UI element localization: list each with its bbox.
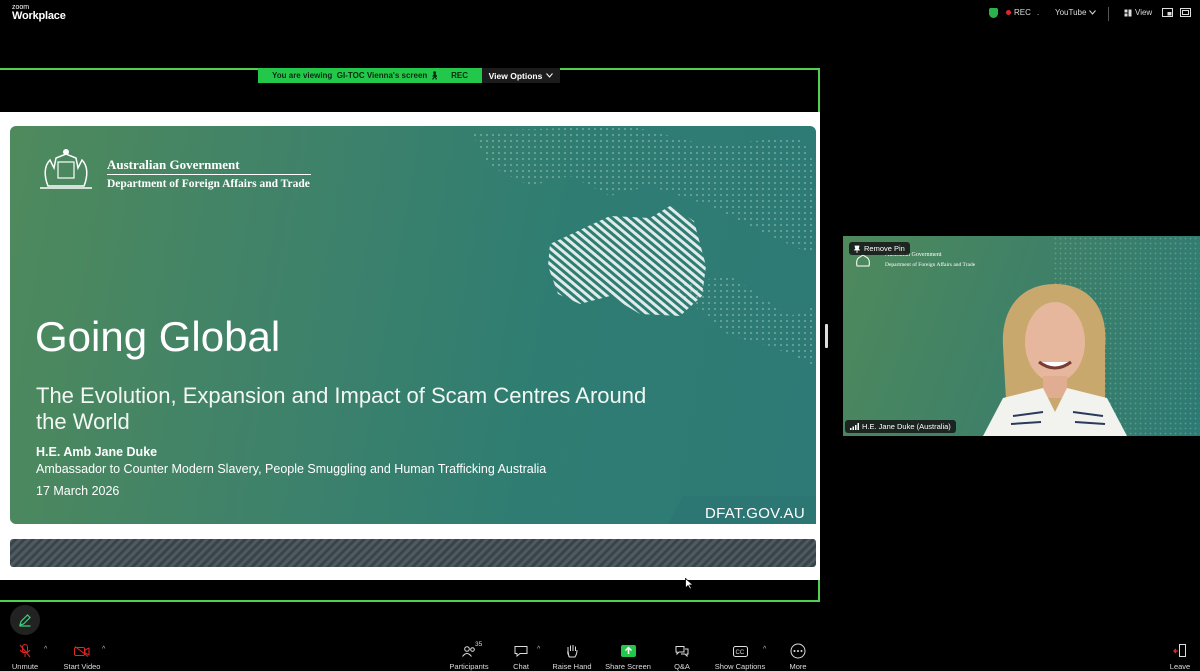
video-gov-department: Department of Foreign Affairs and Trade xyxy=(885,262,976,268)
remove-pin-button[interactable]: Remove Pin xyxy=(849,242,910,255)
pin-icon xyxy=(854,245,860,253)
participant-name-tag: H.E. Jane Duke (Australia) xyxy=(845,420,956,433)
gov-title: Australian Government xyxy=(107,157,240,172)
pencil-icon xyxy=(19,614,31,627)
walking-person-icon: 🚶︎ xyxy=(429,71,440,80)
participant-name: H.E. Jane Duke (Australia) xyxy=(862,422,951,431)
captions-options-caret[interactable]: ^ xyxy=(763,646,766,653)
slide-title: Going Global xyxy=(35,313,281,360)
view-options-label: View Options xyxy=(488,70,543,81)
next-slide-strip xyxy=(10,539,816,567)
raise-hand-button[interactable]: Raise Hand xyxy=(552,644,592,671)
audio-options-caret[interactable]: ^ xyxy=(44,646,47,653)
status-dot: . xyxy=(1037,8,1040,17)
leave-icon xyxy=(1173,644,1186,657)
start-video-button[interactable]: Start Video xyxy=(60,644,104,671)
qa-icon xyxy=(675,646,689,657)
gov-divider xyxy=(107,174,311,175)
participants-icon xyxy=(462,645,475,657)
svg-text:CC: CC xyxy=(735,650,744,656)
recording-indicator[interactable]: REC xyxy=(1006,8,1031,17)
chat-button[interactable]: Chat xyxy=(508,644,534,671)
coat-of-arms-icon xyxy=(856,254,870,267)
app-logo: Workplace xyxy=(12,10,66,22)
unmute-button[interactable]: Unmute xyxy=(10,644,40,671)
more-button[interactable]: More xyxy=(786,643,810,671)
participant-video-tile[interactable]: Australian Government Department of Fore… xyxy=(843,236,1200,436)
chevron-down-icon xyxy=(1089,10,1097,15)
participants-count: 35 xyxy=(475,641,483,648)
show-captions-button[interactable]: CC Show Captions xyxy=(713,644,767,671)
mouse-cursor-icon xyxy=(685,578,694,590)
security-shield-icon[interactable] xyxy=(989,8,998,18)
speaker-role: Ambassador to Counter Modern Slavery, Pe… xyxy=(36,462,547,476)
viewing-prefix: You are viewing xyxy=(272,71,333,80)
fullscreen-icon[interactable] xyxy=(1180,8,1191,17)
gov-department: Department of Foreign Affairs and Trade xyxy=(107,178,310,190)
video-options-caret[interactable]: ^ xyxy=(102,646,105,653)
recording-label: REC xyxy=(1014,8,1031,17)
remove-pin-label: Remove Pin xyxy=(864,244,905,253)
viewing-name: GI-TOC Vienna's screen xyxy=(336,71,428,80)
picture-in-picture-icon[interactable] xyxy=(1162,8,1173,17)
youtube-label: YouTube xyxy=(1055,8,1087,17)
slide-subtitle: The Evolution, Expansion and Impact of S… xyxy=(36,383,647,434)
qa-button[interactable]: Q&A xyxy=(672,644,692,671)
chat-bubble-icon xyxy=(514,646,528,657)
presentation-date: 17 March 2026 xyxy=(36,484,120,498)
divider xyxy=(1108,7,1109,21)
website-label: DFAT.GOV.AU xyxy=(705,505,805,522)
viewing-banner: You are viewing GI-TOC Vienna's screen 🚶… xyxy=(258,68,482,83)
share-screen-icon xyxy=(620,645,636,657)
microphone-muted-icon xyxy=(19,644,31,658)
recording-dot-icon xyxy=(1006,10,1011,15)
viewing-rec-label: REC xyxy=(451,71,468,80)
signal-bars-icon xyxy=(850,423,859,430)
closed-captions-icon: CC xyxy=(732,645,748,657)
view-options-button[interactable]: View Options xyxy=(482,68,560,83)
view-grid-icon xyxy=(1124,9,1132,16)
chat-options-caret[interactable]: ^ xyxy=(537,646,540,653)
annotate-button[interactable] xyxy=(10,605,40,635)
youtube-dropdown[interactable]: YouTube xyxy=(1055,8,1097,17)
share-screen-button[interactable]: Share Screen xyxy=(604,644,652,671)
view-label: View xyxy=(1135,8,1153,17)
chevron-down-icon xyxy=(546,73,554,78)
more-dots-icon xyxy=(790,643,806,659)
meeting-toolbar xyxy=(0,641,1200,670)
view-button[interactable]: View xyxy=(1124,8,1152,17)
speaker-name: H.E. Amb Jane Duke xyxy=(36,445,158,459)
panel-resize-handle[interactable] xyxy=(825,324,828,348)
video-off-icon xyxy=(74,645,90,657)
participants-button[interactable]: 35 Participants xyxy=(447,641,491,671)
leave-button[interactable]: Leave xyxy=(1168,644,1192,671)
raise-hand-icon xyxy=(567,645,578,658)
coat-of-arms-icon xyxy=(40,149,92,189)
